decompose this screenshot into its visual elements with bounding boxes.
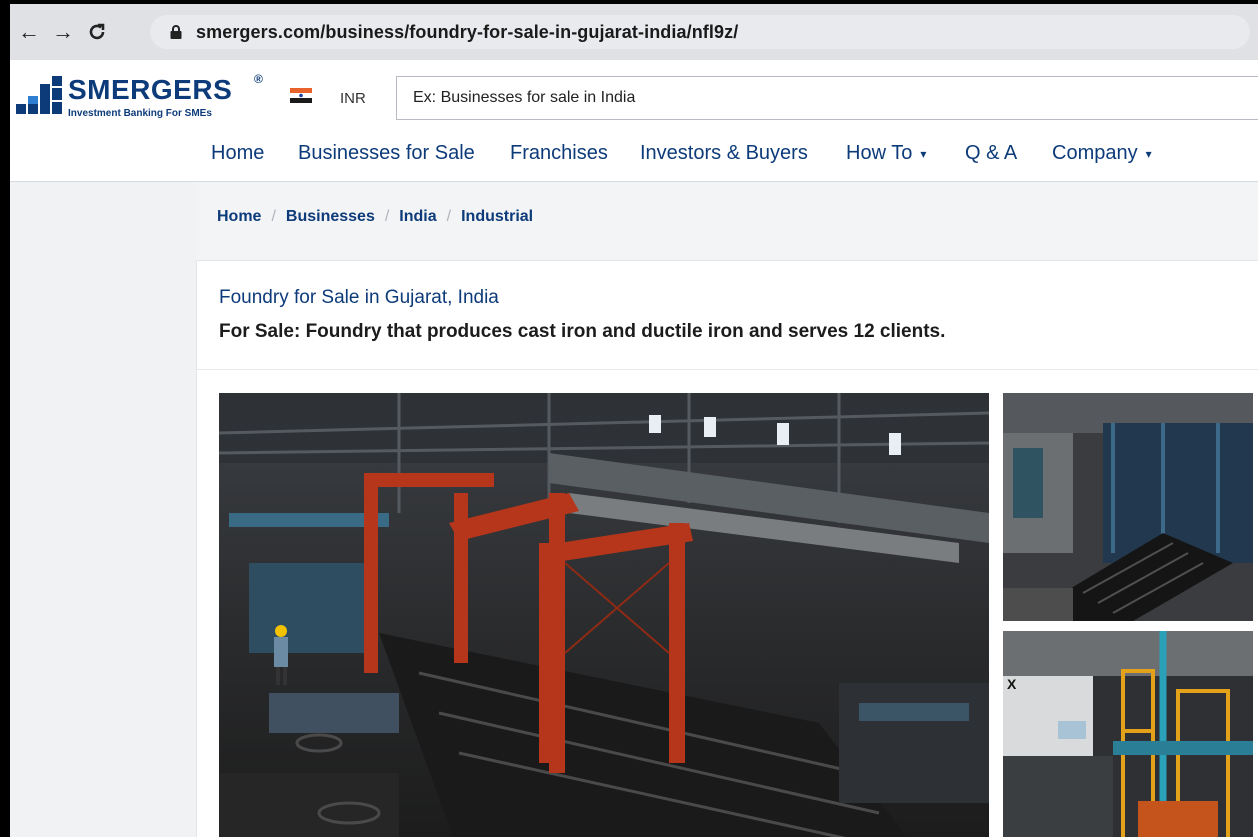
nav-investors-buyers[interactable]: Investors & Buyers (640, 142, 808, 165)
search-input[interactable]: Ex: Businesses for sale in India (396, 76, 1258, 120)
registered-mark: ® (254, 72, 263, 86)
breadcrumb: Home / Businesses / India / Industrial (217, 208, 533, 226)
india-flag-icon[interactable] (290, 88, 312, 103)
nav-qa[interactable]: Q & A (965, 142, 1017, 165)
main-nav: Home Businesses for Sale Franchises Inve… (10, 136, 1258, 176)
breadcrumb-india[interactable]: India (399, 208, 436, 226)
search-placeholder: Ex: Businesses for sale in India (413, 89, 636, 106)
listing-card: Foundry for Sale in Gujarat, India For S… (196, 260, 1258, 837)
lock-icon (170, 25, 182, 39)
reload-icon[interactable] (82, 17, 112, 47)
left-gutter (10, 182, 196, 837)
breadcrumb-businesses[interactable]: Businesses (286, 208, 375, 226)
thumbnail-photo-1[interactable] (1003, 393, 1253, 621)
chevron-down-icon: ▾ (1145, 146, 1152, 161)
url-text: smergers.com/business/foundry-for-sale-i… (196, 21, 739, 42)
chevron-down-icon: ▾ (920, 146, 927, 161)
thumbnail-photo-2[interactable]: X (1003, 631, 1253, 837)
brand-name: SMERGERS (68, 74, 233, 105)
nav-home[interactable]: Home (211, 142, 264, 165)
screen: ← → smergers.com/business/foundry-for-sa… (10, 4, 1258, 837)
svg-text:X: X (1007, 676, 1017, 692)
breadcrumb-home[interactable]: Home (217, 208, 261, 226)
main-photo[interactable] (219, 393, 989, 837)
breadcrumb-separator: / (446, 208, 452, 225)
logo[interactable]: SMERGERS ® Investment Banking For SMEs (16, 68, 266, 124)
address-bar[interactable]: smergers.com/business/foundry-for-sale-i… (150, 15, 1250, 49)
forward-icon[interactable]: → (48, 17, 78, 47)
nav-how-to[interactable]: How To ▾ (846, 142, 926, 165)
browser-toolbar: ← → smergers.com/business/foundry-for-sa… (10, 4, 1258, 60)
brand-tagline: Investment Banking For SMEs (68, 108, 212, 119)
back-icon[interactable]: ← (14, 17, 44, 47)
currency-selector[interactable]: INR (340, 90, 366, 107)
listing-subtitle: For Sale: Foundry that produces cast iro… (219, 321, 946, 342)
nav-company[interactable]: Company ▾ (1052, 142, 1152, 165)
breadcrumb-separator: / (384, 208, 390, 225)
nav-businesses-for-sale[interactable]: Businesses for Sale (298, 142, 475, 165)
breadcrumb-separator: / (271, 208, 276, 225)
site-header: SMERGERS ® Investment Banking For SMEs I… (10, 60, 1258, 182)
breadcrumb-industrial[interactable]: Industrial (461, 208, 533, 226)
logo-bars-icon (16, 76, 62, 114)
listing-title: Foundry for Sale in Gujarat, India (219, 287, 499, 308)
divider (197, 369, 1258, 370)
nav-franchises[interactable]: Franchises (510, 142, 608, 165)
